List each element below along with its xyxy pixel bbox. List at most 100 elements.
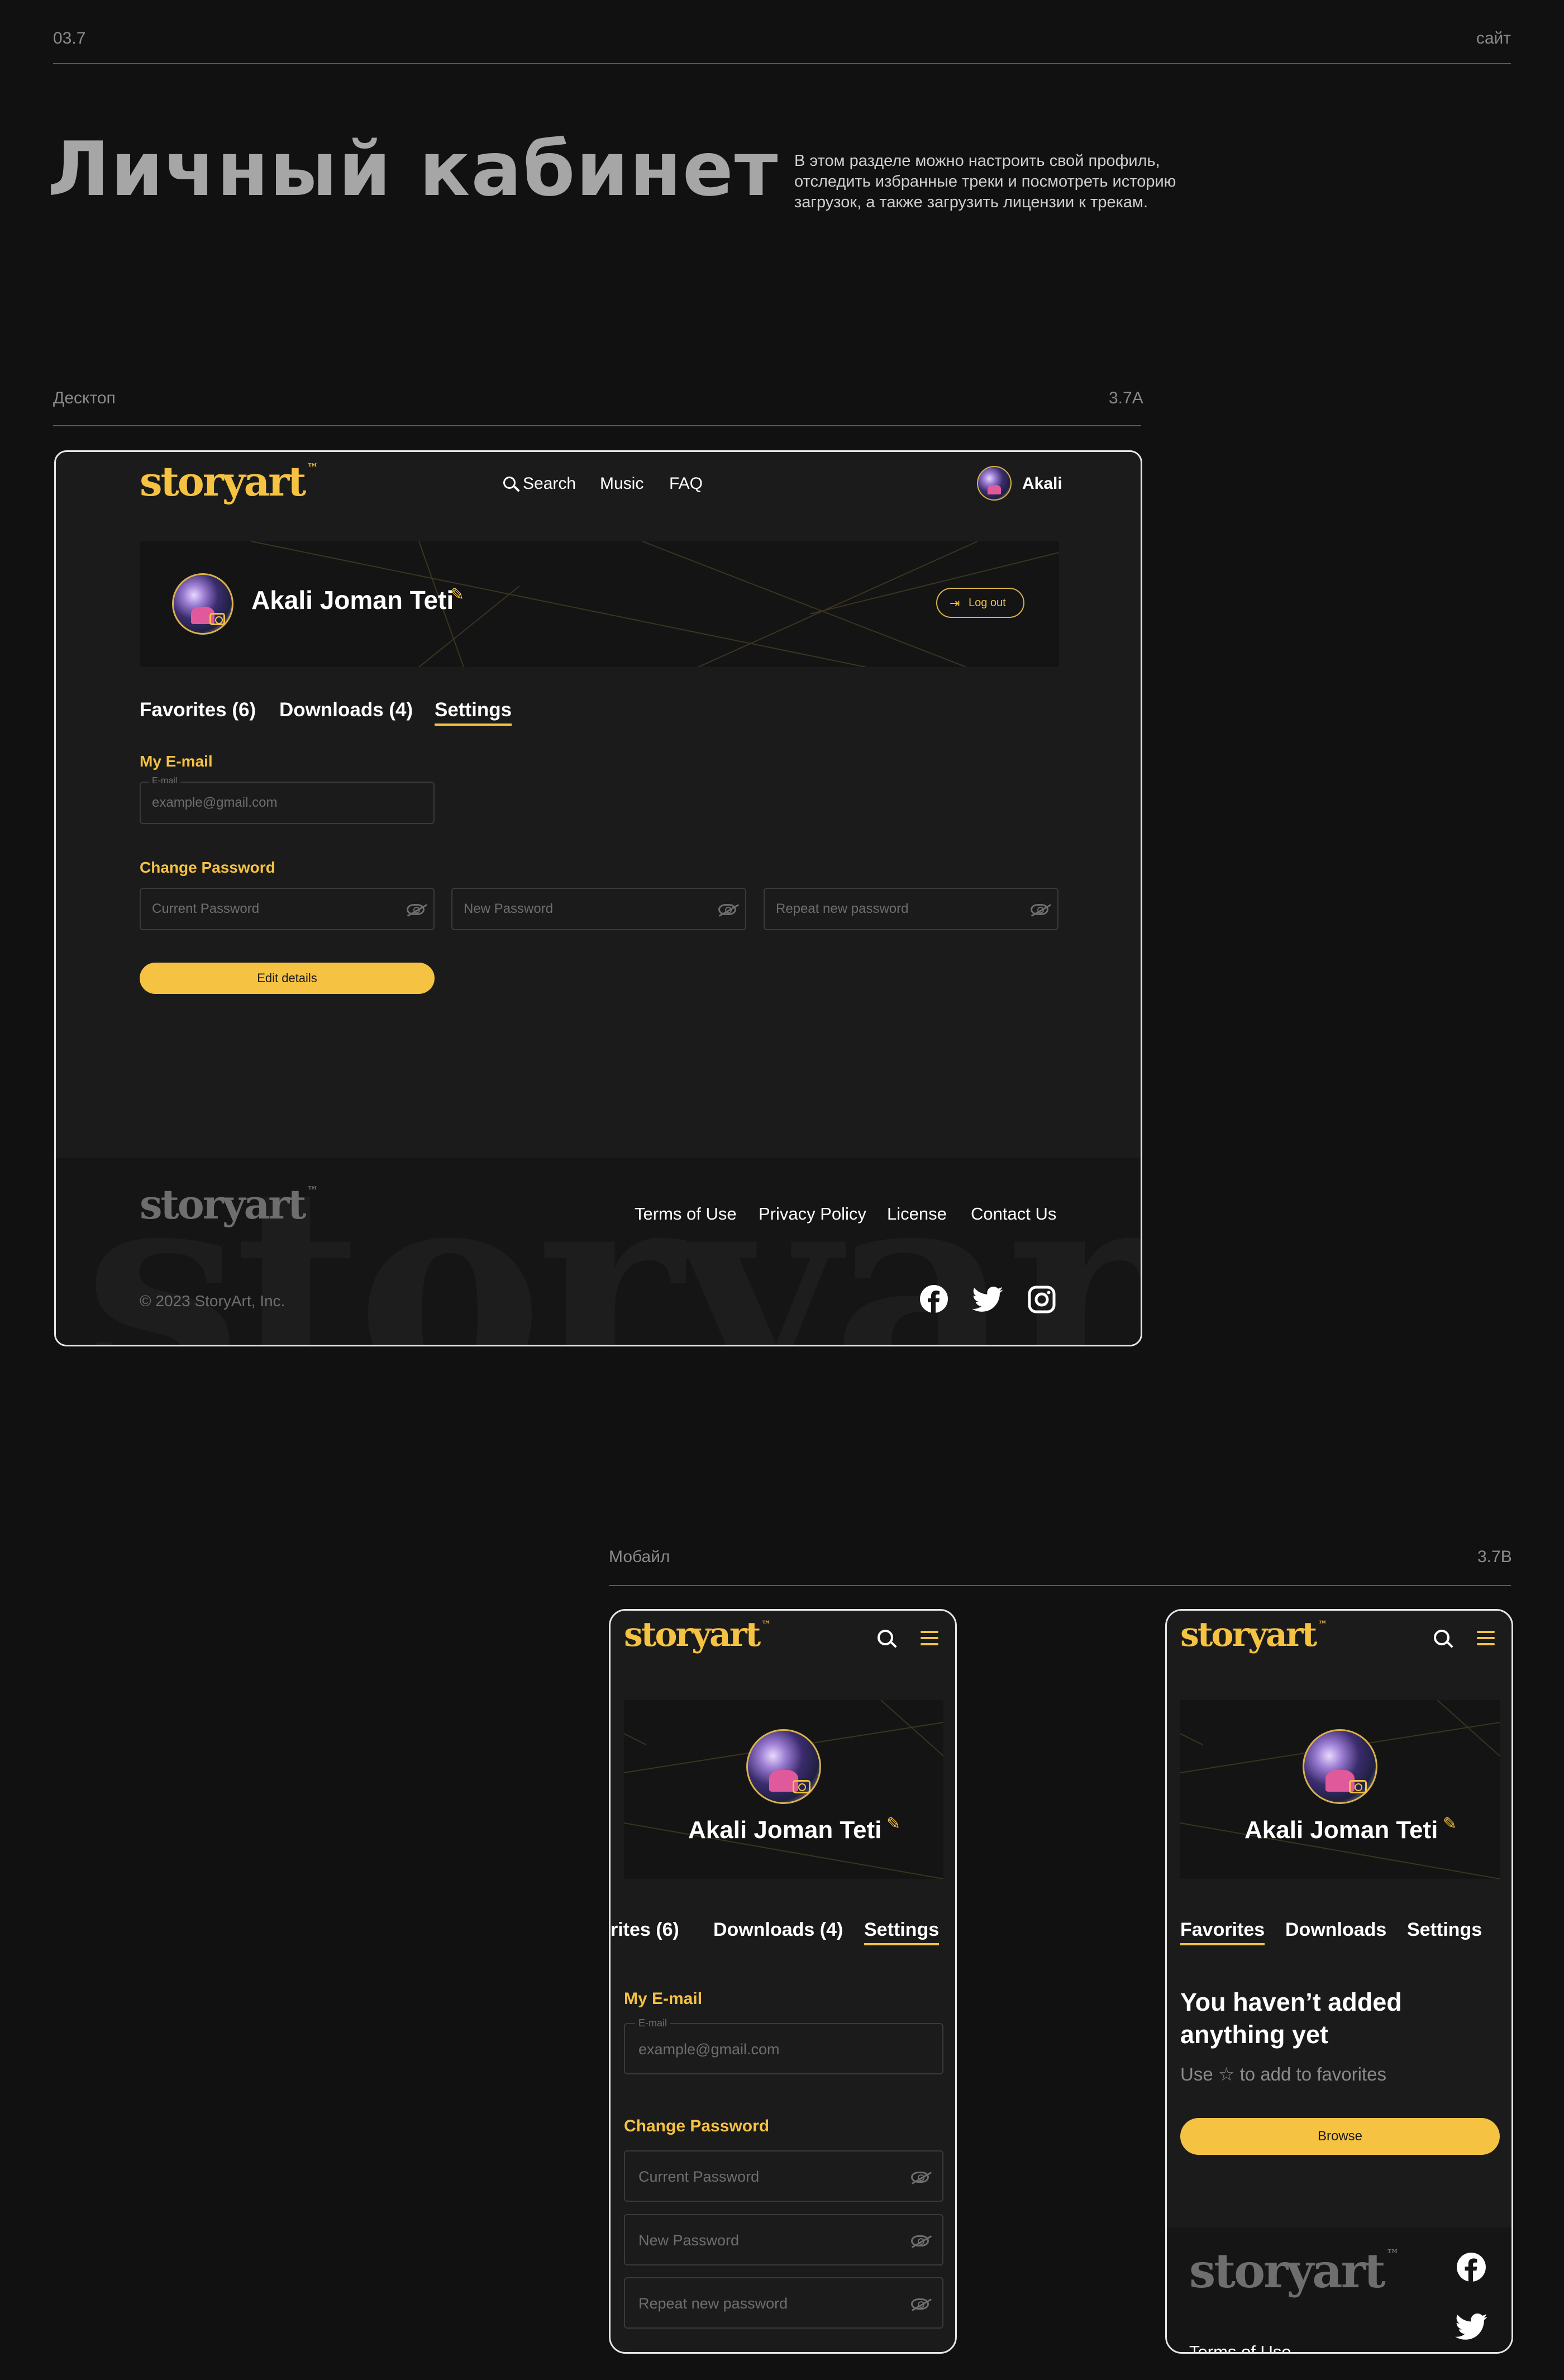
mobile-logo[interactable]: storyart ™ (1180, 1615, 1327, 1654)
profile-avatar[interactable] (1303, 1729, 1377, 1804)
profile-banner: Akali Joman Teti ✎ (1180, 1700, 1500, 1879)
tab-settings[interactable]: Settings (435, 699, 512, 726)
password-section-title: Change Password (624, 2117, 770, 2135)
facebook-icon[interactable] (1456, 2252, 1486, 2282)
eye-off-icon[interactable] (407, 904, 425, 915)
email-field[interactable]: E-mail example@gmail.com (624, 2017, 943, 2074)
mobile-settings-mockup: storyart ™ Akali Joman Teti ✎ rites (6) D… (609, 1609, 957, 2354)
footer-logo[interactable]: storyart ™ (1189, 2243, 1399, 2298)
footer-link-terms[interactable]: Terms of Use (1189, 2342, 1291, 2352)
nav-faq[interactable]: FAQ (669, 474, 703, 493)
desktop-label: Десктоп (53, 389, 116, 407)
profile-name: Akali Joman Teti (251, 586, 454, 615)
tab-downloads[interactable]: Downloads (1285, 1919, 1386, 1941)
header-avatar[interactable] (977, 466, 1012, 501)
menu-icon[interactable] (1477, 1631, 1495, 1645)
mobile-favorites-mockup: storyart ™ Akali Joman Teti ✎ Favorites D… (1165, 1609, 1513, 2354)
email-section-title: My E-mail (624, 1989, 703, 2008)
tab-favorites[interactable]: Favorites (1180, 1919, 1265, 1945)
eye-off-icon[interactable] (911, 2298, 929, 2310)
profile-avatar[interactable] (172, 573, 233, 635)
twitter-icon[interactable] (972, 1287, 1003, 1312)
section-tag: сайт (1476, 29, 1511, 47)
site-footer: storyart storyart™ Terms of Use Privacy … (56, 1158, 1141, 1345)
current-password-field[interactable]: Current Password (624, 2150, 943, 2202)
new-password-placeholder: New Password (464, 901, 554, 916)
edit-name-icon[interactable]: ✎ (886, 1814, 900, 1834)
email-field-label: E-mail (635, 2017, 671, 2029)
search-icon[interactable] (1434, 1630, 1449, 1645)
eye-off-icon[interactable] (718, 904, 736, 915)
instagram-icon[interactable] (1028, 1286, 1056, 1313)
eye-off-icon[interactable] (911, 2172, 929, 2183)
logout-icon: ⇥ (950, 596, 960, 610)
star-icon: ☆ (1218, 2064, 1235, 2084)
section-number: 03.7 (53, 29, 86, 47)
mobile-logo[interactable]: storyart ™ (624, 1615, 771, 1654)
search-icon[interactable] (503, 477, 516, 489)
page-title: Личный кабинет (47, 126, 779, 213)
mobile-label: Мобайл (609, 1548, 670, 1566)
camera-icon[interactable] (793, 1780, 810, 1793)
nav-music[interactable]: Music (600, 474, 643, 493)
menu-icon[interactable] (921, 1631, 938, 1645)
current-password-field[interactable]: Current Password (140, 888, 435, 930)
camera-icon[interactable] (209, 613, 225, 625)
edit-name-icon[interactable]: ✎ (450, 585, 464, 604)
header-divider (53, 63, 1511, 64)
current-password-placeholder: Current Password (638, 2168, 760, 2185)
new-password-field[interactable]: New Password (451, 888, 746, 930)
profile-name: Akali Joman Teti (1244, 1816, 1438, 1844)
eye-off-icon[interactable] (1031, 904, 1048, 915)
tab-favorites[interactable]: rites (6) (611, 1919, 679, 1941)
footer-link-contact[interactable]: Contact Us (971, 1204, 1056, 1224)
tab-settings[interactable]: Settings (864, 1919, 940, 1945)
email-placeholder: example@gmail.com (152, 795, 278, 810)
search-icon[interactable] (878, 1630, 893, 1645)
email-field[interactable]: E-mail example@gmail.com (140, 776, 435, 824)
tab-favorites[interactable]: Favorites (6) (140, 699, 256, 721)
desktop-mockup: storyart ™ Search Music FAQ Akali Akali J… (54, 450, 1142, 1346)
browse-button[interactable]: Browse (1180, 2118, 1500, 2155)
profile-banner: Akali Joman Teti ✎ ⇥ Log out (140, 541, 1059, 667)
empty-state-hint: Use ☆ to add to favorites (1180, 2063, 1386, 2085)
profile-banner: Akali Joman Teti ✎ (624, 1700, 943, 1879)
mobile-divider (609, 1585, 1511, 1586)
email-section-title: My E-mail (140, 753, 213, 770)
site-logo[interactable]: storyart ™ (140, 458, 318, 505)
twitter-icon[interactable] (1455, 2314, 1487, 2340)
profile-avatar[interactable] (746, 1729, 821, 1804)
footer-link-privacy[interactable]: Privacy Policy (759, 1204, 866, 1224)
tab-downloads[interactable]: Downloads (4) (713, 1919, 843, 1941)
nav-search[interactable]: Search (523, 474, 576, 493)
empty-state-title: You haven’t added anything yet (1180, 1988, 1402, 2049)
profile-name: Akali Joman Teti (688, 1816, 882, 1844)
tab-downloads[interactable]: Downloads (4) (279, 699, 413, 721)
header-user-name[interactable]: Akali (1022, 474, 1062, 493)
edit-details-button[interactable]: Edit details (140, 963, 435, 994)
copyright: © 2023 StoryArt, Inc. (140, 1292, 285, 1310)
repeat-password-placeholder: Repeat new password (638, 2295, 788, 2312)
desktop-code: 3.7A (1109, 389, 1143, 407)
eye-off-icon[interactable] (911, 2235, 929, 2246)
facebook-icon[interactable] (919, 1284, 948, 1313)
current-password-placeholder: Current Password (152, 901, 260, 916)
hint-pre: Use (1180, 2064, 1213, 2084)
mobile-code: 3.7B (1477, 1548, 1512, 1566)
logout-label: Log out (969, 597, 1006, 609)
page-description: В этом разделе можно настроить свой проф… (794, 152, 1176, 211)
repeat-password-placeholder: Repeat new password (776, 901, 909, 916)
tab-settings[interactable]: Settings (1407, 1919, 1482, 1941)
footer-logo[interactable]: storyart ™ (140, 1181, 318, 1228)
repeat-password-field[interactable]: Repeat new password (624, 2277, 943, 2329)
email-field-label: E-mail (149, 776, 181, 786)
footer-link-license[interactable]: License (887, 1204, 947, 1224)
repeat-password-field[interactable]: Repeat new password (764, 888, 1058, 930)
new-password-placeholder: New Password (638, 2232, 740, 2249)
footer-link-terms[interactable]: Terms of Use (635, 1204, 737, 1224)
site-footer: storyart ™ Terms of Use (1167, 2227, 1511, 2352)
camera-icon[interactable] (1349, 1780, 1367, 1793)
new-password-field[interactable]: New Password (624, 2214, 943, 2265)
logout-button[interactable]: ⇥ Log out (936, 588, 1024, 618)
edit-name-icon[interactable]: ✎ (1443, 1814, 1457, 1834)
